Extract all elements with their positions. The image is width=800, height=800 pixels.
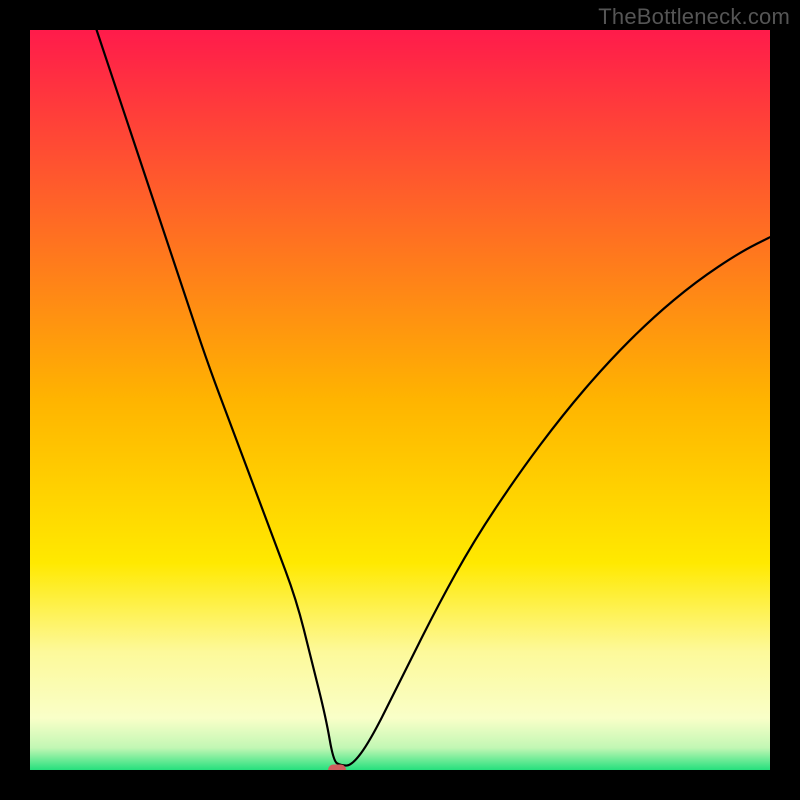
plot-border-left [0, 0, 30, 800]
watermark-text: TheBottleneck.com [598, 4, 790, 30]
plot-border-right [770, 0, 800, 800]
chart-container: { "watermark": "TheBottleneck.com", "cha… [0, 0, 800, 800]
plot-border-bottom [0, 770, 800, 800]
plot-background [30, 30, 770, 770]
bottleneck-chart [0, 0, 800, 800]
